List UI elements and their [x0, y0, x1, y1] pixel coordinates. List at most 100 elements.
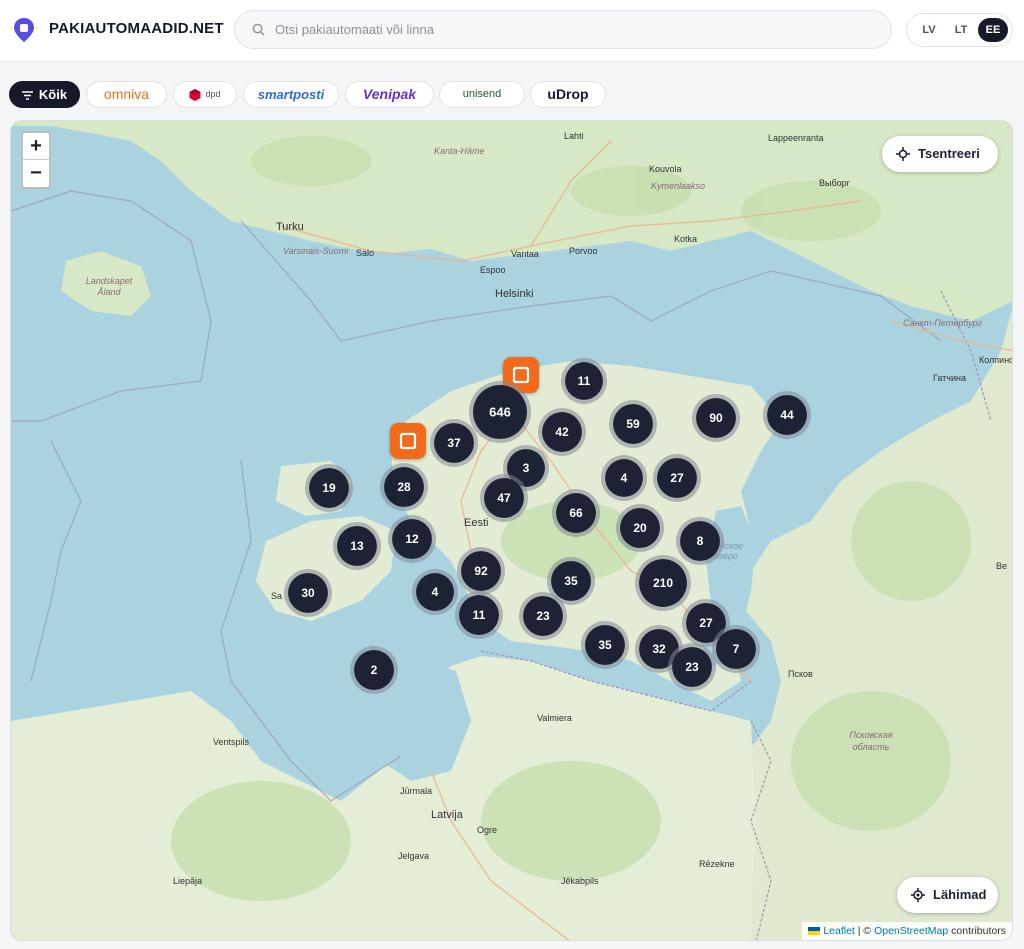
- parcel-cluster-marker[interactable]: 35: [581, 621, 629, 669]
- filter-omniva-chip[interactable]: omniva: [86, 81, 167, 108]
- filter-all-label: Kõik: [38, 87, 68, 102]
- omniva-logo-icon: [399, 432, 417, 450]
- parcel-cluster-marker[interactable]: 12: [388, 515, 436, 563]
- parcel-cluster-marker[interactable]: 2: [350, 646, 398, 694]
- place-label: Ogre: [477, 825, 498, 835]
- zoom-in-button[interactable]: +: [23, 133, 49, 160]
- place-label: Kotka: [674, 234, 698, 244]
- place-label: Jelgava: [398, 851, 430, 861]
- search-box[interactable]: [234, 10, 892, 49]
- parcel-cluster-marker[interactable]: 20: [616, 504, 664, 552]
- parcel-cluster-marker[interactable]: 30: [284, 569, 332, 617]
- region-label: Санкт-Петербург: [903, 318, 983, 328]
- filter-unisend-chip[interactable]: unisend: [439, 81, 525, 108]
- parcel-cluster-marker[interactable]: 23: [519, 592, 567, 640]
- zoom-out-button[interactable]: −: [23, 160, 49, 187]
- place-label: Lappeenranta: [768, 133, 824, 143]
- filter-udrop-chip[interactable]: uDrop: [530, 81, 606, 108]
- region-label: Varsinais-Suomi: [283, 246, 349, 256]
- country-label: Latvija: [431, 809, 463, 821]
- place-label: Valmiera: [537, 713, 572, 723]
- parcel-cluster-marker[interactable]: 4: [601, 455, 647, 501]
- parcel-cluster-marker[interactable]: 27: [653, 454, 701, 502]
- omniva-logo-text: omniva: [103, 86, 150, 102]
- parcel-cluster-marker[interactable]: 13: [333, 522, 381, 570]
- map-pin-logo-icon[interactable]: [13, 17, 35, 43]
- parcel-cluster-marker[interactable]: 8: [676, 517, 724, 565]
- top-header: PAKIAUTOMAADID.NET LV LT EE: [0, 0, 1024, 62]
- place-label: Kouvola: [649, 164, 682, 174]
- parcel-cluster-marker[interactable]: 66: [552, 489, 600, 537]
- parcel-cluster-marker[interactable]: 4: [412, 569, 458, 615]
- place-label: Salo: [356, 248, 375, 258]
- crosshair-icon: [896, 147, 910, 161]
- dpd-logo-text: dpd: [205, 89, 221, 99]
- parcel-cluster-marker[interactable]: 47: [480, 474, 528, 522]
- ukraine-flag-icon: [808, 927, 821, 936]
- nearby-label: Lähimad: [933, 887, 987, 902]
- place-label: Vantaa: [511, 249, 539, 259]
- filter-icon: [21, 91, 33, 100]
- region-label: Landskapet Åland: [85, 276, 133, 297]
- language-switcher: LV LT EE: [906, 13, 1013, 47]
- attribution-separator: | ©: [854, 925, 875, 937]
- unisend-logo-text: unisend: [462, 88, 502, 100]
- parcel-cluster-marker[interactable]: 7: [712, 625, 760, 673]
- place-label: Espoo: [480, 265, 506, 275]
- place-label: Ventspils: [213, 737, 250, 747]
- lang-lt[interactable]: LT: [946, 18, 976, 42]
- place-label: Sa: [271, 591, 283, 601]
- center-map-button[interactable]: Tsentreeri: [882, 136, 998, 172]
- brand-name[interactable]: PAKIAUTOMAADID.NET: [49, 20, 224, 37]
- parcel-cluster-marker[interactable]: 11: [561, 358, 607, 404]
- parcel-cluster-marker[interactable]: 42: [538, 408, 586, 456]
- region-label: Псковская область: [849, 730, 893, 752]
- place-label: Liepāja: [173, 876, 203, 886]
- parcel-cluster-marker[interactable]: 37: [430, 419, 478, 467]
- zoom-control: + −: [21, 131, 51, 189]
- place-label: Псков: [788, 669, 813, 679]
- parcel-cluster-marker[interactable]: 11: [455, 591, 503, 639]
- parcel-cluster-marker[interactable]: 59: [609, 400, 657, 448]
- region-label: Kanta-Häme: [434, 146, 485, 156]
- search-icon: [252, 23, 265, 36]
- lang-lv[interactable]: LV: [914, 18, 944, 42]
- parcel-cluster-marker[interactable]: 23: [668, 643, 716, 691]
- place-label: Jēkabpils: [561, 876, 599, 886]
- filter-smartposti-chip[interactable]: smartposti: [243, 81, 339, 108]
- place-label: Гатчина: [933, 373, 966, 383]
- region-label: Kymenlaakso: [651, 181, 706, 191]
- place-label: Rēzekne: [699, 859, 735, 869]
- omniva-parcel-pin[interactable]: [390, 423, 426, 459]
- osm-link[interactable]: OpenStreetMap: [874, 925, 948, 937]
- filter-venipak-chip[interactable]: Venipak: [345, 81, 434, 108]
- map-attribution: Leaflet | © OpenStreetMap contributors: [802, 922, 1012, 940]
- parcel-cluster-marker[interactable]: 28: [380, 463, 428, 511]
- filter-all-chip[interactable]: Kõik: [9, 81, 80, 108]
- omniva-logo-icon: [512, 366, 530, 384]
- place-label: Lahti: [564, 131, 584, 141]
- parcel-cluster-marker[interactable]: 19: [305, 464, 353, 512]
- place-label: Выборг: [819, 178, 850, 188]
- udrop-logo-text: uDrop: [547, 86, 589, 102]
- country-label: Eesti: [464, 517, 489, 529]
- parcel-cluster-marker[interactable]: 44: [763, 391, 811, 439]
- smartposti-logo-text: smartposti: [257, 87, 325, 102]
- parcel-cluster-marker[interactable]: 210: [635, 555, 691, 611]
- filter-dpd-chip[interactable]: dpd: [173, 81, 237, 108]
- parcel-cluster-marker[interactable]: 92: [457, 547, 505, 595]
- search-input[interactable]: [275, 11, 875, 48]
- place-label: Jūrmala: [400, 786, 433, 796]
- lang-ee[interactable]: EE: [978, 18, 1008, 42]
- parcel-cluster-marker[interactable]: 646: [469, 381, 531, 443]
- place-label: Porvoo: [569, 246, 598, 256]
- leaflet-link[interactable]: Leaflet: [823, 925, 855, 937]
- attribution-text: contributors: [948, 925, 1006, 937]
- center-map-label: Tsentreeri: [918, 146, 980, 161]
- map-view[interactable]: Lahti Lappeenranta Kanta-Häme Kouvola Ky…: [10, 120, 1013, 941]
- parcel-cluster-marker[interactable]: 90: [692, 394, 740, 442]
- capital-label: Helsinki: [495, 288, 534, 300]
- nearby-button[interactable]: Lähimad: [897, 877, 998, 913]
- provider-filter-bar: Kõik omniva dpd smartposti Venipak unise…: [0, 81, 1024, 109]
- map-tiles: [11, 121, 1012, 940]
